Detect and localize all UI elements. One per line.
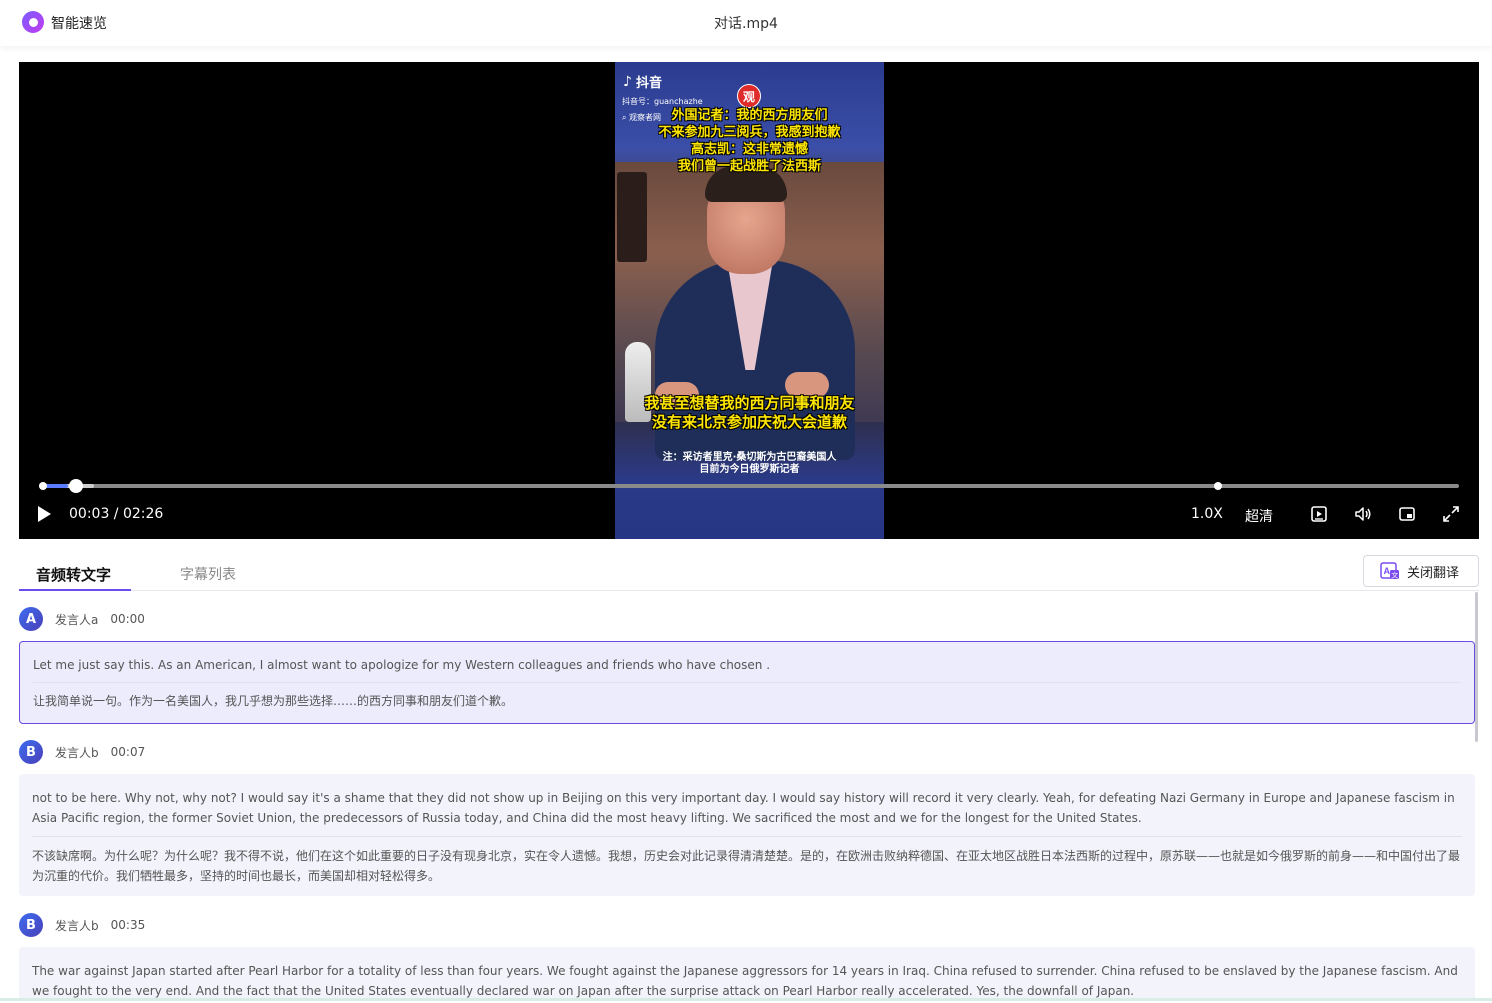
tab-active-underline xyxy=(19,589,131,591)
svg-text:文: 文 xyxy=(1391,571,1398,580)
segment-timestamp[interactable]: 00:07 xyxy=(111,745,146,759)
speaker-avatar: B xyxy=(19,740,43,764)
segment-timestamp[interactable]: 00:35 xyxy=(111,918,146,932)
progress-start-dot xyxy=(39,482,47,490)
segment-chinese-text: 让我简单说一句。作为一名美国人，我几乎想为那些选择……的西方同事和朋友们道个歉。 xyxy=(33,694,514,708)
speaker-row: B 发言人b 00:35 xyxy=(19,913,145,937)
play-icon[interactable] xyxy=(35,505,53,523)
transcript-segment[interactable]: The war against Japan started after Pear… xyxy=(19,947,1475,1000)
close-translation-label: 关闭翻译 xyxy=(1407,565,1460,581)
segment-chinese-text: 不该缺席啊。为什么呢？为什么呢？我不得不说，他们在这个如此重要的日子没有现身北京… xyxy=(32,849,1461,883)
transcript-list[interactable]: A 发言人a 00:00 Let me just say this. As an… xyxy=(19,592,1479,1000)
guancha-seal-icon: 观 xyxy=(737,84,761,108)
caption-top-line: 我们曾一起战胜了法西斯 xyxy=(677,159,821,174)
volume-icon[interactable] xyxy=(1354,505,1372,523)
playlist-icon[interactable] xyxy=(1310,505,1328,523)
segment-english-text: The war against Japan started after Pear… xyxy=(32,964,1458,998)
speaker-name: 发言人b xyxy=(55,918,99,933)
progress-bar[interactable] xyxy=(39,484,1459,488)
caption-top-line: 外国记者：我的西方朋友们 xyxy=(671,108,828,123)
tab-bar: 音频转文字 字幕列表 xyxy=(19,556,1479,591)
picture-in-picture-icon[interactable] xyxy=(1398,505,1416,523)
video-player[interactable]: ♪ 抖音 抖音号：guanchazhe ⌕ 观察者网 观 外国记者：我的西方朋友… xyxy=(19,62,1479,539)
fullscreen-icon[interactable] xyxy=(1442,505,1460,523)
close-translation-button[interactable]: A 文 关闭翻译 xyxy=(1363,555,1479,587)
speaker-row: A 发言人a 00:00 xyxy=(19,607,145,631)
segment-english-text: not to be here. Why not, why not? I woul… xyxy=(32,791,1455,825)
tiktok-logo-icon: ♪ xyxy=(623,73,632,90)
app-header: 智能速览 对话.mp4 xyxy=(0,0,1492,46)
caption-bottom-line: 我甚至想替我的西方同事和朋友 xyxy=(644,394,855,412)
svg-text:A: A xyxy=(1384,566,1391,576)
segment-english-text: Let me just say this. As an American, I … xyxy=(33,658,771,672)
bottom-border xyxy=(0,998,1492,1001)
progress-knob[interactable] xyxy=(69,479,84,493)
tiktok-brand-text: 抖音 xyxy=(635,76,662,91)
transcript-segment[interactable]: not to be here. Why not, why not? I woul… xyxy=(19,774,1475,896)
file-title: 对话.mp4 xyxy=(714,16,778,32)
transcript-segment[interactable]: Let me just say this. As an American, I … xyxy=(19,641,1475,724)
tiktok-watermark: ♪ 抖音 xyxy=(623,72,662,92)
quality-button[interactable]: 超清 xyxy=(1245,506,1273,526)
tab-subtitle-list[interactable]: 字幕列表 xyxy=(180,564,236,584)
video-frame[interactable]: ♪ 抖音 抖音号：guanchazhe ⌕ 观察者网 观 外国记者：我的西方朋友… xyxy=(615,62,884,539)
segment-timestamp[interactable]: 00:00 xyxy=(110,612,145,626)
speaker-avatar: B xyxy=(19,913,43,937)
speaker-name: 发言人b xyxy=(55,745,99,760)
time-display: 00:03 / 02:26 xyxy=(69,506,164,522)
speaker-row: B 发言人b 00:07 xyxy=(19,740,145,764)
speed-button[interactable]: 1.0X xyxy=(1191,506,1223,522)
caption-bottom-line: 没有来北京参加庆祝大会道歉 xyxy=(651,413,847,431)
translate-icon: A 文 xyxy=(1380,562,1399,580)
caption-top-line: 不来参加九三阅兵，我感到抱歉 xyxy=(658,125,841,140)
tab-audio-to-text[interactable]: 音频转文字 xyxy=(36,564,111,585)
progress-marker[interactable] xyxy=(1213,482,1222,490)
video-note-line: 目前为今日俄罗斯记者 xyxy=(699,464,800,475)
caption-top-line: 高志凯：这非常遗憾 xyxy=(690,142,808,157)
transcript-scrollbar[interactable] xyxy=(1475,592,1478,742)
speaker-avatar: A xyxy=(19,607,43,631)
douyin-id: 抖音号：guanchazhe xyxy=(622,97,703,106)
speaker-name: 发言人a xyxy=(55,612,99,627)
